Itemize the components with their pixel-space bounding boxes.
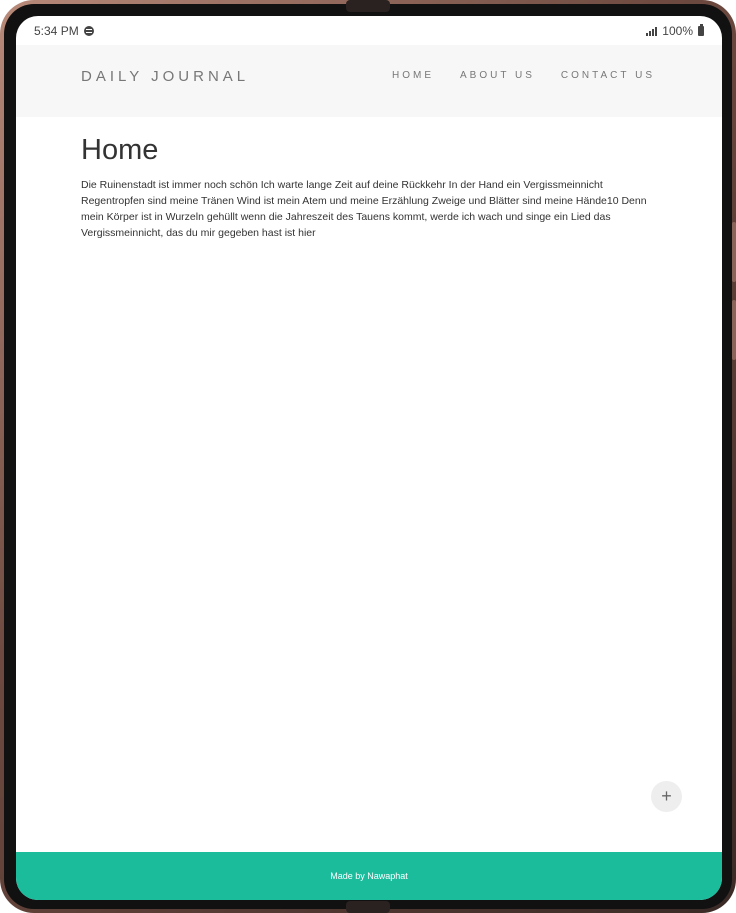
battery-icon	[698, 24, 704, 36]
page-body: Die Ruinenstadt ist immer noch schön Ich…	[81, 179, 647, 239]
power-button	[732, 300, 736, 360]
device-frame: 5:34 PM 100% DAILY JOURNAL HOME ABOUT US…	[0, 0, 736, 913]
navbar: DAILY JOURNAL HOME ABOUT US CONTACT US	[16, 45, 722, 117]
footer: Made by Nawaphat	[16, 852, 722, 900]
nav-contact-us[interactable]: CONTACT US	[561, 70, 655, 81]
main-content: Home Die Ruinenstadt ist immer noch schö…	[81, 134, 661, 241]
plus-icon: +	[661, 786, 672, 806]
nav-home[interactable]: HOME	[392, 70, 434, 81]
brand-logo[interactable]: DAILY JOURNAL	[81, 68, 249, 85]
footer-credit: Made by Nawaphat	[330, 871, 408, 881]
volume-button	[732, 222, 736, 282]
battery-percent: 100%	[662, 24, 693, 38]
page-title: Home	[81, 134, 159, 166]
status-left: 5:34 PM	[34, 24, 94, 38]
signal-icon	[646, 26, 658, 36]
hinge-bottom	[346, 901, 390, 913]
status-bar: 5:34 PM 100%	[16, 16, 722, 46]
nav-about-us[interactable]: ABOUT US	[460, 70, 535, 81]
status-right: 100%	[646, 24, 704, 38]
add-post-button[interactable]: +	[651, 781, 682, 812]
status-time: 5:34 PM	[34, 24, 79, 38]
spotify-icon	[83, 26, 94, 36]
nav-links: HOME ABOUT US CONTACT US	[392, 70, 655, 81]
hinge-top	[346, 0, 390, 12]
screen: 5:34 PM 100% DAILY JOURNAL HOME ABOUT US…	[16, 16, 722, 900]
